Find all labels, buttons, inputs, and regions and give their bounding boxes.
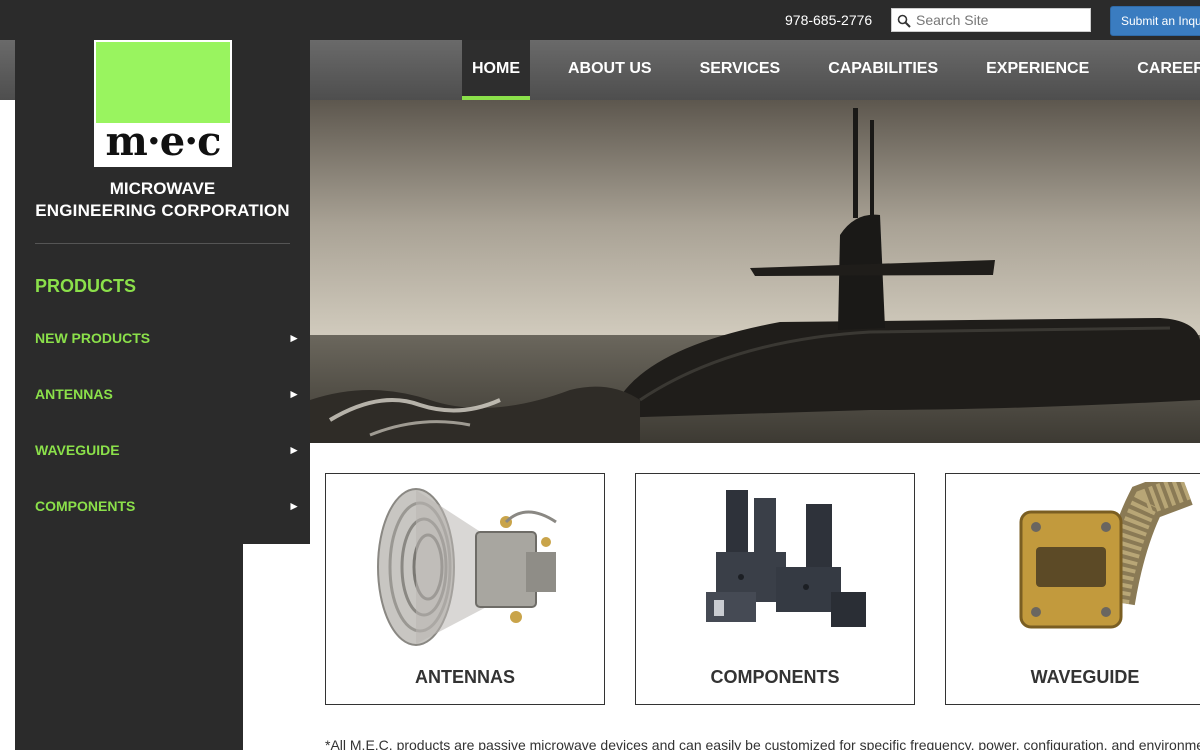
sidebar-item-label: ANTENNAS (35, 386, 113, 402)
sidebar-extension (15, 544, 243, 750)
arrow-right-icon: ► (288, 443, 300, 457)
products-heading: PRODUCTS (35, 276, 137, 296)
sidebar-item-antennas[interactable]: ANTENNAS ► (35, 382, 300, 406)
logo-text-line1: MICROWAVE (109, 179, 216, 198)
card-label: WAVEGUIDE (1030, 667, 1140, 687)
nav-experience[interactable]: EXPERIENCE (976, 40, 1099, 100)
sidebar-item-waveguide[interactable]: WAVEGUIDE ► (35, 438, 300, 462)
nav-capabilities[interactable]: CAPABILITIES (818, 40, 948, 100)
product-card-waveguide[interactable]: WAVEGUIDE (945, 473, 1200, 705)
product-card-components[interactable]: COMPONENTS (635, 473, 915, 705)
logo[interactable]: m·e·c (94, 40, 232, 167)
sidebar-divider (35, 243, 290, 244)
footnote: *All M.E.C. products are passive microwa… (325, 737, 1200, 750)
nav-services[interactable]: SERVICES (690, 40, 791, 100)
sidebar: m·e·c MICROWAVE ENGINEERING CORPORATION … (15, 40, 310, 544)
phone-number[interactable]: 978-685-2776 (785, 12, 872, 28)
search-icon[interactable] (897, 14, 911, 28)
waveguide-components-icon (706, 490, 866, 627)
sidebar-item-label: NEW PRODUCTS (35, 330, 151, 346)
left-margin (0, 100, 15, 750)
logo-text-line2: ENGINEERING CORPORATION (35, 201, 290, 220)
card-label: COMPONENTS (710, 667, 840, 687)
arrow-right-icon: ► (288, 499, 300, 513)
sidebar-item-label: WAVEGUIDE (35, 442, 120, 458)
sidebar-item-label: COMPONENTS (35, 498, 136, 514)
product-card-antennas[interactable]: ANTENNAS (325, 473, 605, 705)
main-nav: HOME ABOUT US SERVICES CAPABILITIES EXPE… (462, 40, 1200, 100)
sidebar-item-new-products[interactable]: NEW PRODUCTS ► (35, 326, 300, 350)
page: 978-685-2776 Submit an Inquiry HOME ABOU… (0, 0, 1200, 750)
logo-mark: m·e·c (96, 122, 230, 165)
search-box[interactable] (891, 8, 1091, 32)
antenna-horn-icon (377, 488, 557, 646)
search-input[interactable] (916, 11, 1086, 29)
top-bar: 978-685-2776 Submit an Inquiry (0, 0, 1200, 40)
submit-inquiry-button[interactable]: Submit an Inquiry (1110, 6, 1200, 36)
flexible-waveguide-icon (1019, 482, 1193, 629)
arrow-right-icon: ► (288, 331, 300, 345)
nav-home[interactable]: HOME (462, 40, 530, 100)
submarine-image (310, 100, 1200, 443)
sidebar-item-components[interactable]: COMPONENTS ► (35, 494, 300, 518)
card-label: ANTENNAS (414, 667, 515, 687)
arrow-right-icon: ► (288, 387, 300, 401)
nav-about-us[interactable]: ABOUT US (558, 40, 662, 100)
hero-image (310, 100, 1200, 443)
nav-careers[interactable]: CAREERS (1127, 40, 1200, 100)
